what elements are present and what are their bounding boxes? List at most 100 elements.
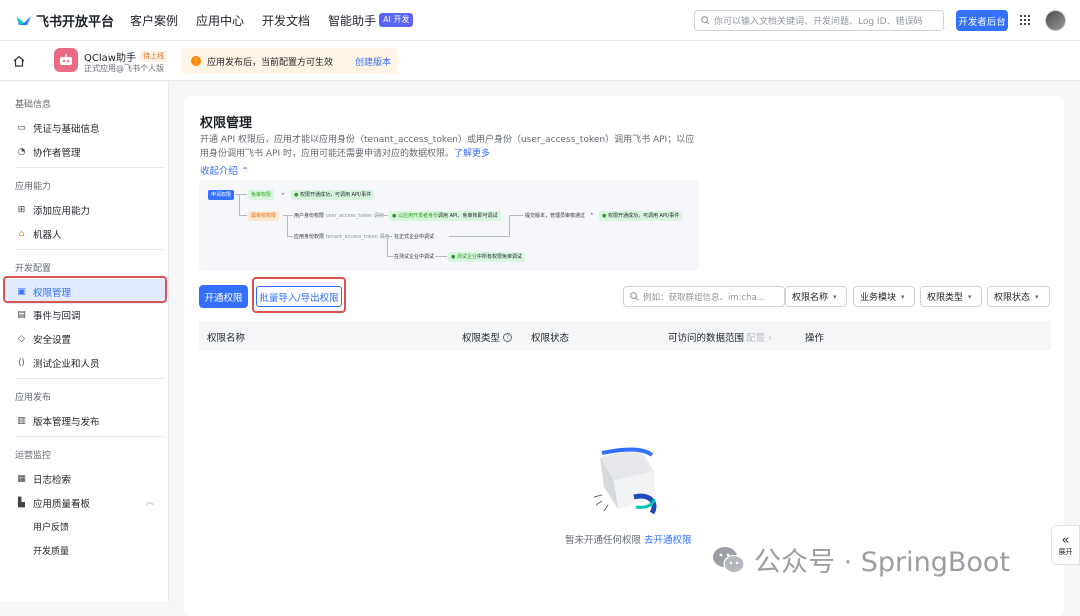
chevron-down-icon: ▾ [833, 292, 837, 301]
sidebar-group-capability: 应用能力 [15, 182, 52, 192]
event-icon: ▤ [17, 310, 26, 320]
flow-line [235, 194, 247, 195]
flow-no-review-tag: 免审权限 [248, 190, 275, 200]
flow-debug-formal: 在正式企业中调试 [394, 234, 435, 240]
empty-text: 暂未开通任何权限 [565, 535, 642, 546]
sidebar-item-version[interactable]: ▥ 版本管理与发布 [16, 414, 99, 428]
sidebar-item-events[interactable]: ▤ 事件与回调 [16, 308, 80, 322]
app-name: QClaw助手 待上线 [84, 49, 167, 64]
flow-line [435, 256, 447, 257]
empty-state: 暂未开通任何权限 去开通权限 [565, 532, 692, 546]
app-subtitle: 正式应用@飞书个人版 [84, 64, 164, 73]
filter-label: 权限状态 [994, 293, 1031, 303]
learn-more-link[interactable]: 了解更多 [454, 149, 490, 159]
description-text: 开通 API 权限后，应用才能以应用身份（tenant_access_token… [200, 135, 695, 159]
column-permission-name: 权限名称 [207, 333, 246, 344]
flow-line [376, 215, 388, 216]
sidebar-item-robot[interactable]: ⌂ 机器人 [16, 227, 62, 241]
filter-business-module[interactable]: 业务模块 ▾ [853, 286, 915, 307]
flow-app-identity: 应用身份权限 tenant_access_token 调用 [294, 233, 389, 240]
configure-link[interactable]: 配置 › [746, 330, 772, 344]
filter-permission-type[interactable]: 权限类型 ▾ [920, 286, 982, 307]
flow-user-identity: 用户身份权限 user_access_token 调用 [294, 212, 384, 219]
flow-need-review-tag: 需审核权限 [248, 211, 280, 221]
column-data-scope: 可访问的数据范围 配置 › [668, 330, 772, 344]
publish-notice: ! 应用发布后，当前配置方可生效 创建版本 [181, 48, 398, 74]
sidebar-item-label: 凭证与基础信息 [33, 124, 100, 135]
sidebar-item-test-tenant[interactable]: ⟨⟩ 测试企业和人员 [16, 356, 100, 370]
flow-line [387, 256, 393, 257]
flow-all-no-review: 中所有权限免审调试 [476, 254, 522, 260]
filter-permission-status[interactable]: 权限状态 ▾ [987, 286, 1050, 307]
sidebar-item-add-capability[interactable]: ⊞ 添加应用能力 [16, 203, 90, 217]
sidebar-item-logs[interactable]: ▦ 日志检索 [16, 472, 71, 486]
open-permission-button[interactable]: 开通权限 [199, 285, 248, 308]
main-nav: 客户案例 应用中心 开发文档 智能助手 AI 开发 [130, 12, 414, 29]
column-permission-status: 权限状态 [531, 333, 570, 344]
column-label: 可访问的数据范围 [668, 333, 745, 344]
sidebar-subitem-dev-quality[interactable]: 开发质量 [33, 544, 69, 557]
check-icon: ● [294, 192, 299, 198]
sidebar-divider [15, 167, 165, 168]
collapse-intro-link[interactable]: 收起介绍 ⌃ [200, 163, 249, 177]
flow-dev-identity: 以应用开发者身份 [397, 213, 438, 219]
go-open-permission-link[interactable]: 去开通权限 [644, 535, 692, 546]
sidebar-divider [15, 249, 165, 250]
logo-text: 飞书开放平台 [36, 14, 115, 30]
flow-opened2-tag: ● 权限开通成功，可调用 API/事件 [599, 211, 683, 221]
filter-label: 业务模块 [860, 293, 897, 303]
feishu-logo[interactable]: 飞书开放平台 [16, 11, 114, 30]
ai-badge: AI 开发 [379, 13, 414, 27]
info-icon: ! [191, 56, 201, 66]
version-icon: ▥ [17, 416, 26, 426]
nav-docs[interactable]: 开发文档 [262, 12, 310, 29]
apps-grid-icon[interactable] [1019, 14, 1031, 26]
sidebar-item-label: 应用质量看板 [33, 499, 91, 510]
empty-box-illustration [593, 447, 657, 515]
flow-debug-test: 在测试企业中调试 [394, 254, 435, 260]
sidebar-group-basic: 基础信息 [15, 100, 52, 110]
sidebar-item-quality[interactable]: ▙ 应用质量看板 [16, 496, 90, 510]
expand-label: 展开 [1058, 547, 1073, 556]
wechat-icon [713, 546, 745, 573]
flow-opened2-label: 权限开通成功，可调用 API/事件 [607, 213, 680, 219]
nav-cases[interactable]: 客户案例 [130, 12, 178, 29]
nav-assistant[interactable]: 智能助手 AI 开发 [328, 12, 414, 29]
flow-line [239, 194, 240, 215]
notice-text: 应用发布后，当前配置方可生效 [207, 57, 334, 68]
sidebar-item-collaborators[interactable]: ◔ 协作者管理 [16, 145, 81, 159]
permission-search-input[interactable]: 例如：获取群组信息、im:cha... [623, 286, 785, 307]
search-icon [701, 16, 710, 25]
flow-apply-tag: 申请权限 [208, 190, 235, 200]
expand-panel-button[interactable]: « 展开 [1051, 525, 1080, 565]
flow-line [387, 236, 388, 256]
sidebar-item-security[interactable]: ◇ 安全设置 [16, 332, 71, 346]
flow-submit-review: 提交版本，管理员审核通过 [525, 213, 586, 219]
highlight-box-batch [252, 277, 346, 313]
page-description: 开通 API 权限后，应用才能以应用身份（tenant_access_token… [200, 133, 700, 161]
user-avatar[interactable] [1045, 10, 1066, 31]
developer-console-button[interactable]: 开发者后台 [956, 10, 1008, 31]
create-version-link[interactable]: 创建版本 [355, 55, 391, 68]
permission-flow-diagram: 申请权限 免审权限 ▸ ● 权限开通成功，可调用 API/事件 需审核权限 用户… [199, 180, 699, 271]
robot-icon: ⌂ [18, 229, 25, 239]
app-icon [54, 48, 78, 72]
filter-permission-name[interactable]: 权限名称 ▾ [785, 286, 847, 307]
flow-line [287, 236, 293, 237]
nav-assistant-label: 智能助手 [328, 13, 377, 28]
chevron-down-icon: ▾ [968, 292, 972, 301]
nav-app-center[interactable]: 应用中心 [196, 12, 244, 29]
highlight-box-sidebar [3, 276, 167, 303]
check-icon: ● [602, 213, 607, 219]
app-name-text: QClaw助手 [84, 53, 136, 64]
help-icon[interactable]: ? [503, 332, 513, 342]
feishu-logo-icon [17, 16, 31, 25]
chevron-up-icon[interactable]: ︿ [146, 496, 154, 507]
home-icon[interactable] [13, 55, 25, 67]
flow-line [283, 215, 293, 216]
search-placeholder: 你可以输入文档关键词、开发问题、Log ID、错误码 [714, 17, 923, 27]
sidebar-item-credentials[interactable]: ▭ 凭证与基础信息 [16, 121, 100, 135]
chart-icon: ▙ [18, 498, 25, 508]
sidebar-subitem-feedback[interactable]: 用户反馈 [33, 520, 69, 533]
global-search-input[interactable]: 你可以输入文档关键词、开发问题、Log ID、错误码 [694, 10, 944, 31]
